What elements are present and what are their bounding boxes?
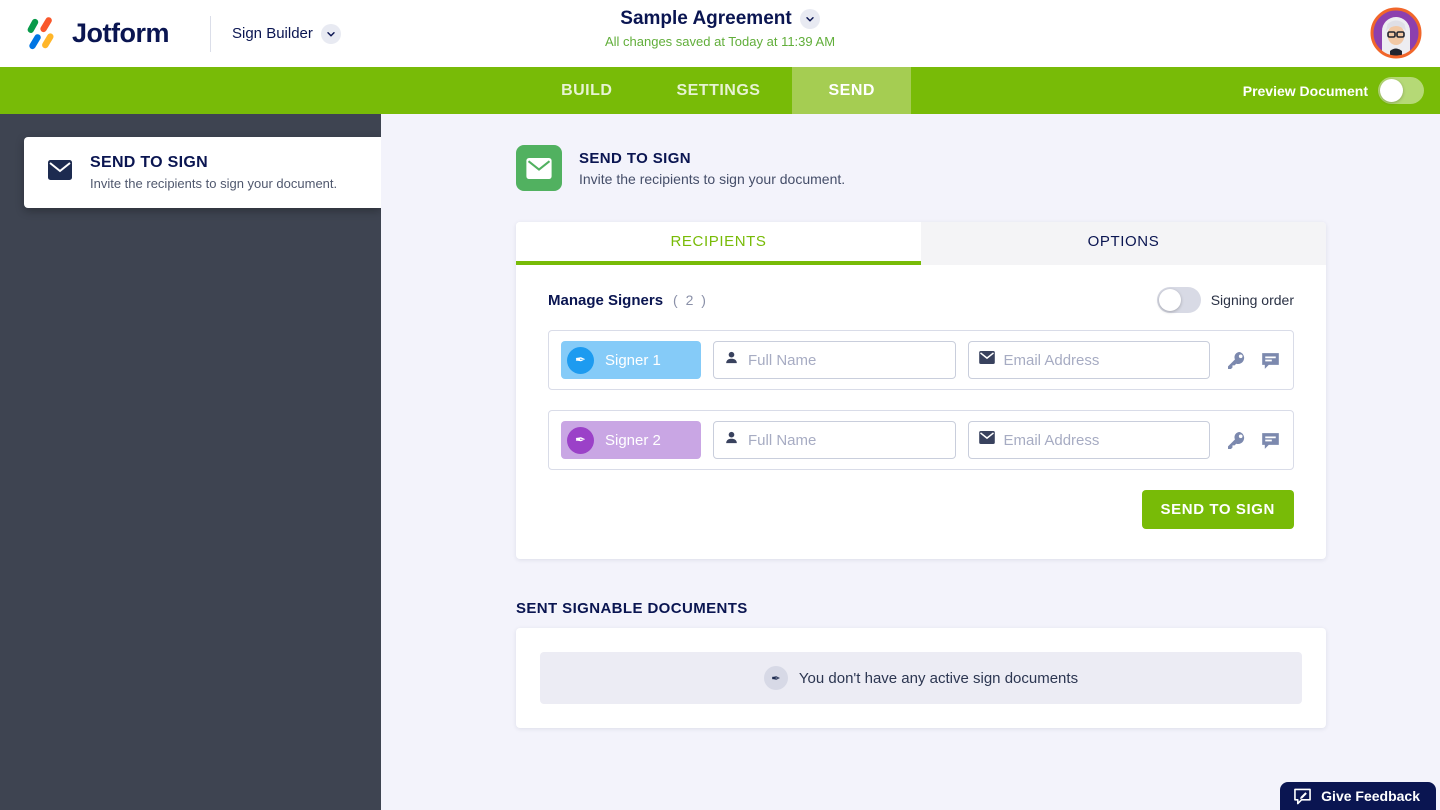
feedback-icon	[1293, 788, 1312, 805]
sidebar-item-send-to-sign[interactable]: SEND TO SIGN Invite the recipients to si…	[24, 137, 381, 208]
recipients-panel: Manage Signers ( 2 ) Signing order ✒ Sig…	[516, 265, 1326, 559]
main-content: SEND TO SIGN Invite the recipients to si…	[381, 114, 1440, 810]
key-icon[interactable]	[1226, 350, 1247, 371]
mail-icon	[48, 160, 72, 185]
feedback-label: Give Feedback	[1321, 788, 1420, 804]
signer-row: ✒ Signer 2	[548, 410, 1294, 470]
signer-2-chip[interactable]: ✒ Signer 2	[561, 421, 701, 459]
send-to-sign-card: RECIPIENTS OPTIONS Manage Signers ( 2 ) …	[516, 222, 1326, 559]
full-name-input[interactable]	[748, 351, 945, 369]
manage-signers-label: Manage Signers	[548, 291, 664, 309]
mail-icon	[516, 145, 562, 191]
signer-1-chip[interactable]: ✒ Signer 1	[561, 341, 701, 379]
document-title-area: Sample Agreement All changes saved at To…	[0, 8, 1440, 49]
preview-document-toggle[interactable]	[1378, 77, 1424, 104]
pen-icon: ✒	[763, 666, 788, 690]
preview-document-control: Preview Document	[1243, 67, 1424, 114]
preview-document-label: Preview Document	[1242, 82, 1368, 99]
document-title-dropdown[interactable]: Sample Agreement	[0, 8, 1440, 30]
email-input[interactable]	[1003, 351, 1199, 369]
person-icon	[724, 350, 739, 370]
nav-tabs: BUILD SETTINGS SEND	[0, 67, 1440, 114]
sidebar: SEND TO SIGN Invite the recipients to si…	[0, 114, 381, 810]
tab-build[interactable]: BUILD	[529, 67, 644, 114]
tab-recipients[interactable]: RECIPIENTS	[516, 222, 921, 265]
email-field-wrap	[967, 421, 1210, 459]
toggle-knob	[1158, 289, 1181, 311]
signer-chip-label: Signer 2	[605, 431, 661, 449]
empty-state: ✒ You don't have any active sign documen…	[540, 652, 1302, 704]
tab-send[interactable]: SEND	[792, 67, 911, 114]
save-status: All changes saved at Today at 11:39 AM	[604, 34, 836, 49]
give-feedback-button[interactable]: Give Feedback	[1280, 782, 1436, 810]
full-name-field-wrap	[713, 421, 956, 459]
manage-signers-row: Manage Signers ( 2 ) Signing order	[548, 287, 1294, 313]
pen-icon: ✒	[567, 426, 594, 454]
top-header: Jotform Sign Builder Sample Agreement Al…	[0, 0, 1440, 67]
empty-state-message: You don't have any active sign documents	[798, 669, 1079, 687]
signer-row: ✒ Signer 1	[548, 330, 1294, 390]
signing-order-toggle[interactable]	[1156, 287, 1201, 313]
email-icon	[978, 351, 995, 369]
comment-icon[interactable]	[1260, 430, 1281, 451]
full-name-field-wrap	[713, 341, 956, 379]
section-header: SEND TO SIGN Invite the recipients to si…	[516, 145, 1326, 191]
toggle-knob	[1380, 79, 1403, 102]
signing-order-label: Signing order	[1210, 292, 1294, 308]
builder-nav-bar: BUILD SETTINGS SEND Preview Document	[0, 67, 1440, 114]
avatar[interactable]	[1370, 7, 1422, 59]
comment-icon[interactable]	[1260, 350, 1281, 371]
email-field-wrap	[967, 341, 1210, 379]
section-title: SEND TO SIGN	[579, 149, 692, 167]
full-name-input[interactable]	[748, 431, 945, 449]
document-title: Sample Agreement	[620, 8, 792, 29]
sent-documents-heading: SENT SIGNABLE DOCUMENTS	[516, 600, 748, 617]
signing-order-control: Signing order	[1156, 287, 1294, 313]
pen-icon: ✒	[567, 346, 594, 374]
sent-documents-card: ✒ You don't have any active sign documen…	[516, 628, 1326, 728]
send-to-sign-button[interactable]: SEND TO SIGN	[1141, 490, 1294, 529]
tab-settings[interactable]: SETTINGS	[644, 67, 792, 114]
tab-options[interactable]: OPTIONS	[921, 222, 1326, 265]
email-icon	[978, 431, 995, 449]
signer-count: ( 2 )	[673, 291, 708, 308]
email-input[interactable]	[1003, 431, 1199, 449]
sidebar-item-title: SEND TO SIGN	[90, 154, 208, 171]
person-icon	[724, 430, 739, 450]
card-tabs: RECIPIENTS OPTIONS	[516, 222, 1326, 265]
key-icon[interactable]	[1226, 430, 1247, 451]
section-description: Invite the recipients to sign your docum…	[579, 170, 846, 187]
signer-chip-label: Signer 1	[605, 351, 661, 369]
sidebar-item-description: Invite the recipients to sign your docum…	[90, 176, 338, 191]
chevron-down-icon	[799, 9, 820, 29]
